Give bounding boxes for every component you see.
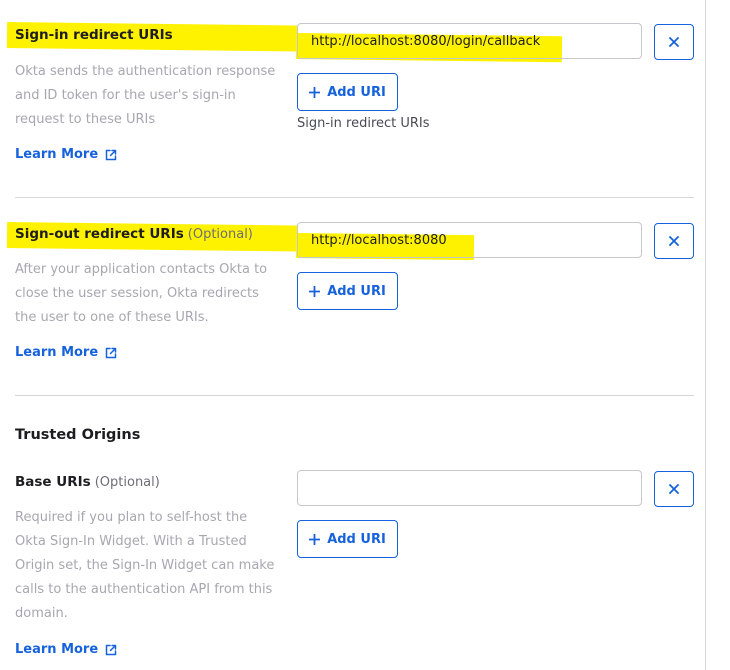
close-icon <box>669 37 679 47</box>
base-uri-input[interactable] <box>297 470 642 506</box>
sign-in-uri-input[interactable] <box>297 23 642 59</box>
sign-in-helper-text: Sign-in redirect URIs <box>297 116 430 131</box>
plus-icon <box>309 86 321 98</box>
add-sign-in-uri-button[interactable]: Add URI <box>297 73 398 111</box>
sign-in-description: Okta sends the authentication response a… <box>15 64 276 127</box>
external-link-icon <box>105 644 117 655</box>
close-icon <box>669 236 679 246</box>
add-sign-out-uri-button[interactable]: Add URI <box>297 272 398 310</box>
sign-in-learn-more-link[interactable]: Learn More <box>15 147 117 162</box>
sign-in-label: Sign-in redirect URIs <box>15 27 173 43</box>
remove-base-uri-button[interactable] <box>654 471 694 507</box>
sign-out-description: After your application contacts Okta to … <box>15 262 268 325</box>
plus-icon <box>309 533 321 545</box>
sign-out-learn-more-link[interactable]: Learn More <box>15 345 117 360</box>
base-uris-description: Required if you plan to self-host the Ok… <box>15 510 275 621</box>
optional-tag: (Optional) <box>187 227 253 242</box>
section-divider <box>15 395 694 396</box>
optional-tag: (Optional) <box>94 475 160 490</box>
external-link-icon <box>105 347 117 358</box>
close-icon <box>669 484 679 494</box>
section-divider <box>15 197 694 198</box>
plus-icon <box>309 285 321 297</box>
sign-out-uri-input[interactable] <box>297 222 642 258</box>
remove-sign-in-uri-button[interactable] <box>654 24 694 60</box>
add-uri-label: Add URI <box>327 84 386 100</box>
add-uri-label: Add URI <box>327 531 386 547</box>
remove-sign-out-uri-button[interactable] <box>654 223 694 259</box>
add-uri-label: Add URI <box>327 283 386 299</box>
add-base-uri-button[interactable]: Add URI <box>297 520 398 558</box>
panel-right-border <box>705 0 706 670</box>
base-uris-learn-more-link[interactable]: Learn More <box>15 642 117 657</box>
learn-more-label: Learn More <box>15 345 99 360</box>
base-uris-label: Base URIs (Optional) <box>15 474 160 490</box>
learn-more-label: Learn More <box>15 642 99 657</box>
trusted-origins-title: Trusted Origins <box>15 427 141 443</box>
learn-more-label: Learn More <box>15 147 99 162</box>
external-link-icon <box>105 149 117 160</box>
sign-out-label: Sign-out redirect URIs (Optional) <box>15 226 253 242</box>
